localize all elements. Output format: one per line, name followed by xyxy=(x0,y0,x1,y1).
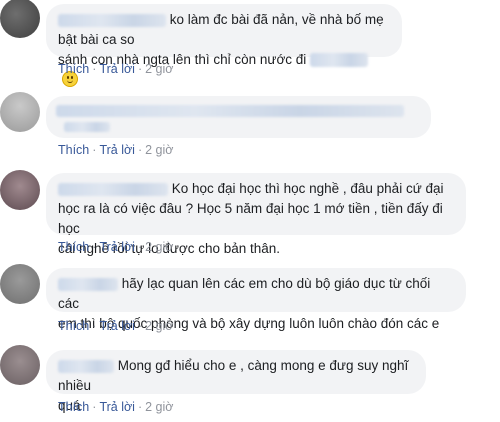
avatar[interactable] xyxy=(0,345,40,385)
commenter-name-blurred[interactable] xyxy=(56,105,404,117)
commenter-name-blurred[interactable] xyxy=(58,13,166,27)
comment-actions: Thích · Trả lời · 2 giờ xyxy=(58,319,174,333)
avatar[interactable] xyxy=(0,92,40,132)
comment-bubble xyxy=(46,96,431,138)
reply-button[interactable]: Trả lời xyxy=(99,143,135,157)
comment-bubble: ko làm đc bài đã nản, về nhà bố mẹ bật b… xyxy=(46,4,402,87)
mention-blurred[interactable] xyxy=(310,53,369,68)
comment-thread: ko làm đc bài đã nản, về nhà bố mẹ bật b… xyxy=(0,0,500,422)
avatar[interactable] xyxy=(0,264,40,304)
comment-text: Ko học đại học thì học nghề , đâu phải c… xyxy=(171,181,444,196)
comment-bubble: hãy lạc quan lên các em cho dù bộ giáo d… xyxy=(46,268,466,331)
commenter-name-blurred[interactable] xyxy=(58,359,114,373)
reply-button[interactable]: Trả lời xyxy=(99,240,135,254)
avatar[interactable] xyxy=(0,0,40,38)
commenter-name-blurred[interactable] xyxy=(58,277,118,291)
comment-bubble: Ko học đại học thì học nghề , đâu phải c… xyxy=(46,173,466,256)
reply-button[interactable]: Trả lời xyxy=(99,400,135,414)
comment-actions: Thích · Trả lời · 2 giờ xyxy=(58,400,174,414)
comment-text-blurred xyxy=(64,122,110,132)
commenter-name-blurred[interactable] xyxy=(58,182,168,196)
like-button[interactable]: Thích xyxy=(58,240,89,254)
comment-actions: Thích · Trả lời · 2 giờ xyxy=(58,143,174,157)
timestamp[interactable]: 2 giờ xyxy=(145,240,173,254)
like-button[interactable]: Thích xyxy=(58,62,89,76)
comment-text: học ra là có việc đâu ? Học 5 năm đại họ… xyxy=(58,201,443,236)
comment-bubble: Mong gđ hiểu cho e , càng mong e đưg suy… xyxy=(46,350,426,413)
avatar[interactable] xyxy=(0,170,40,210)
like-button[interactable]: Thích xyxy=(58,319,89,333)
timestamp[interactable]: 2 giờ xyxy=(145,319,173,333)
timestamp[interactable]: 2 giờ xyxy=(145,62,173,76)
like-button[interactable]: Thích xyxy=(58,400,89,414)
like-button[interactable]: Thích xyxy=(58,143,89,157)
reply-button[interactable]: Trả lời xyxy=(99,319,135,333)
comment-actions: Thích · Trả lời · 2 giờ xyxy=(58,62,174,76)
comment-actions: Thích · Trả lời · 2 giờ xyxy=(58,240,174,254)
timestamp[interactable]: 2 giờ xyxy=(145,143,173,157)
reply-button[interactable]: Trả lời xyxy=(99,62,135,76)
timestamp[interactable]: 2 giờ xyxy=(145,400,173,414)
